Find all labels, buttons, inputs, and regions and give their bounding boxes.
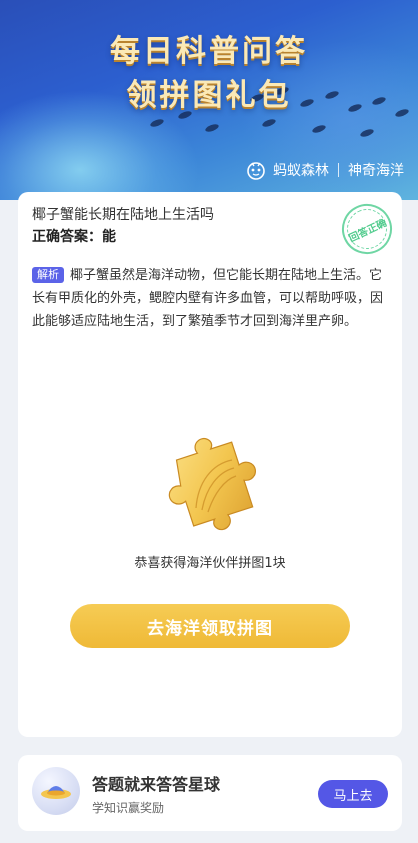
fish-decoration — [204, 122, 220, 134]
ant-forest-icon — [247, 162, 265, 180]
explanation-text: 椰子蟹虽然是海洋动物，但它能长期在陆地上生活。它长有甲质化的外壳，鳃腔内壁有许多… — [32, 268, 384, 329]
stamp-label: 回答正确 — [340, 202, 394, 256]
promo-subtitle: 学知识赢奖励 — [92, 801, 165, 815]
brand-name: 蚂蚁森林 — [273, 163, 329, 179]
promo-title: 答题就来答答星球 — [92, 775, 221, 794]
claim-puzzle-button[interactable]: 去海洋领取拼图 — [70, 604, 350, 648]
banner-title-line2: 领拼图礼包 — [126, 78, 292, 113]
planet-icon — [32, 767, 80, 815]
brand-bar: 蚂蚁森林 神奇海洋 — [245, 158, 404, 182]
correct-answer: 正确答案：能 — [32, 229, 116, 245]
brand-divider — [338, 163, 339, 177]
question-text: 椰子蟹能长期在陆地上生活吗 — [32, 207, 214, 223]
explanation-block: 解析 椰子蟹虽然是海洋动物，但它能长期在陆地上生活。它长有甲质化的外壳，鳃腔内壁有… — [32, 264, 384, 333]
promo-card[interactable]: 答题就来答答星球 学知识赢奖励 马上去 — [18, 755, 402, 831]
banner-title-line1: 每日科普问答 — [110, 34, 308, 69]
go-now-button[interactable]: 马上去 — [318, 780, 388, 808]
correct-stamp-icon: 回答正确 — [333, 195, 401, 263]
explanation-tag: 解析 — [32, 267, 64, 283]
brand-partner: 神奇海洋 — [348, 163, 404, 179]
reward-message: 恭喜获得海洋伙伴拼图1块 — [134, 556, 286, 571]
ufo-icon — [41, 786, 71, 799]
quiz-result-card: 椰子蟹能长期在陆地上生活吗 正确答案：能 回答正确 解析 椰子蟹虽然是海洋动物，但… — [18, 192, 402, 737]
puzzle-piece-icon — [168, 437, 257, 531]
header-banner: 每日科普问答 领拼图礼包 蚂蚁森林 神奇海洋 — [0, 0, 418, 200]
